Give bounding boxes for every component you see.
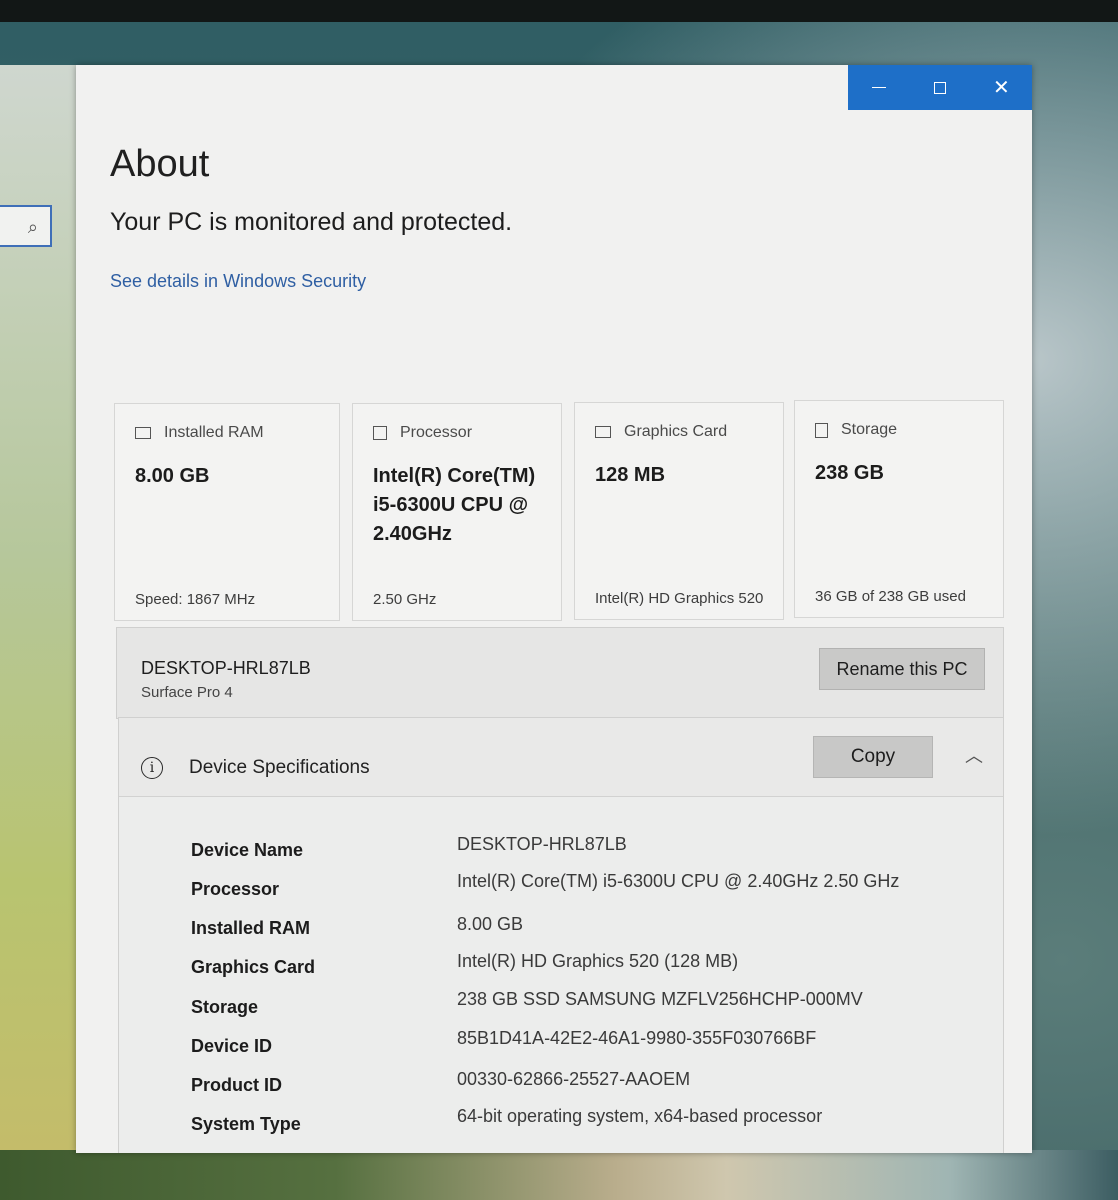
spec-row-processor: Processor Intel(R) Core(TM) i5-6300U CPU…	[191, 871, 991, 909]
spec-value: Intel(R) Core(TM) i5-6300U CPU @ 2.40GHz…	[457, 871, 900, 891]
spec-label: System Type	[191, 1114, 301, 1134]
page-title: About	[110, 143, 210, 185]
card-value: 238 GB	[815, 462, 884, 484]
storage-icon	[815, 422, 828, 438]
protection-message: Your PC is monitored and protected.	[110, 208, 513, 236]
card-label: Storage	[841, 421, 898, 438]
device-specifications-panel: i Device Specifications Copy ︿ Device Na…	[118, 717, 1004, 1153]
maximize-button[interactable]	[909, 65, 970, 110]
chevron-up-icon[interactable]: ︿	[965, 742, 983, 768]
spec-label: Installed RAM	[191, 918, 311, 938]
card-storage: Storage 238 GB 36 GB of 238 GB used	[794, 400, 1004, 618]
card-installed-ram: Installed RAM 8.00 GB Speed: 1867 MHz	[114, 403, 340, 621]
card-footer: 2.50 GHz	[373, 591, 437, 608]
spec-value: Intel(R) HD Graphics 520 (128 MB)	[457, 951, 739, 971]
minimize-button[interactable]	[848, 65, 909, 110]
card-processor: Processor Intel(R) Core(TM) i5-6300U CPU…	[352, 403, 562, 621]
spec-row-device-id: Device ID 85B1D41A-42E2-46A1-9980-355F03…	[191, 1028, 991, 1066]
ram-icon	[135, 427, 151, 439]
card-footer: Speed: 1867 MHz	[135, 591, 256, 608]
card-label: Installed RAM	[164, 424, 264, 441]
spec-row-storage: Storage 238 GB SSD SAMSUNG MZFLV256HCHP-…	[191, 989, 991, 1027]
card-footer: Intel(R) HD Graphics 520	[595, 590, 764, 607]
spec-label: Device ID	[191, 1036, 273, 1056]
spec-value: DESKTOP-HRL87LB	[457, 834, 627, 854]
spec-label: Product ID	[191, 1075, 283, 1095]
spec-value: 00330-62866-25527-AAOEM	[457, 1069, 691, 1089]
spec-value: 64-bit operating system, x64-based proce…	[457, 1106, 823, 1126]
card-value: 8.00 GB	[135, 465, 210, 487]
card-label: Processor	[400, 424, 473, 441]
info-icon: i	[141, 757, 163, 779]
spec-row-installed-ram: Installed RAM 8.00 GB	[191, 914, 991, 948]
spec-row-device-name: Device Name DESKTOP-HRL87LB	[191, 834, 991, 870]
card-footer: 36 GB of 238 GB used	[815, 588, 966, 605]
spec-row-product-id: Product ID 00330-62866-25527-AAOEM	[191, 1069, 991, 1105]
card-header: Graphics Card	[595, 423, 727, 441]
card-header: Processor	[373, 424, 472, 442]
spec-label: Device Name	[191, 840, 304, 860]
processor-icon	[373, 426, 387, 440]
card-label: Graphics Card	[624, 423, 728, 440]
window-controls: ✕	[848, 65, 1032, 110]
close-icon: ✕	[992, 77, 1010, 99]
maximize-icon	[933, 81, 946, 94]
card-header: Installed RAM	[135, 424, 264, 442]
rename-pc-button[interactable]: Rename this PC	[819, 648, 985, 690]
monitor-bezel	[0, 0, 1118, 22]
copy-button[interactable]: Copy	[813, 736, 933, 778]
card-value: 128 MB	[595, 464, 666, 486]
close-button[interactable]: ✕	[971, 65, 1032, 110]
card-graphics: Graphics Card 128 MB Intel(R) HD Graphic…	[574, 402, 784, 620]
spec-value: 8.00 GB	[457, 914, 524, 934]
spec-label: Processor	[191, 879, 280, 899]
spec-label: Storage	[191, 997, 259, 1017]
spec-label: Graphics Card	[191, 957, 316, 977]
spec-row-graphics-card: Graphics Card Intel(R) HD Graphics 520 (…	[191, 951, 991, 987]
desktop-background-bottom	[0, 1150, 1118, 1200]
windows-security-link[interactable]: See details in Windows Security	[110, 271, 366, 292]
device-specifications-title: Device Specifications	[189, 757, 370, 778]
minimize-icon	[871, 86, 886, 89]
card-value: Intel(R) Core(TM) i5-6300U CPU @ 2.40GHz	[373, 465, 536, 545]
graphics-card-icon	[595, 426, 611, 438]
card-header: Storage	[815, 421, 897, 439]
spec-row-system-type: System Type 64-bit operating system, x64…	[191, 1106, 991, 1144]
spec-value: 85B1D41A-42E2-46A1-9980-355F030766BF	[457, 1028, 817, 1048]
pc-name-panel: DESKTOP-HRL87LB Surface Pro 4 Rename thi…	[116, 627, 1004, 719]
pc-name: DESKTOP-HRL87LB	[141, 658, 311, 678]
search-icon: ⌕	[27, 217, 38, 237]
settings-window: ✕ About Your PC is monitored and protect…	[76, 65, 1032, 1153]
pc-model: Surface Pro 4	[141, 684, 233, 701]
search-input[interactable]: ⌕	[0, 205, 52, 247]
device-specifications-header[interactable]: i Device Specifications Copy ︿	[119, 718, 1003, 797]
spec-value: 238 GB SSD SAMSUNG MZFLV256HCHP-000MV	[457, 989, 863, 1009]
